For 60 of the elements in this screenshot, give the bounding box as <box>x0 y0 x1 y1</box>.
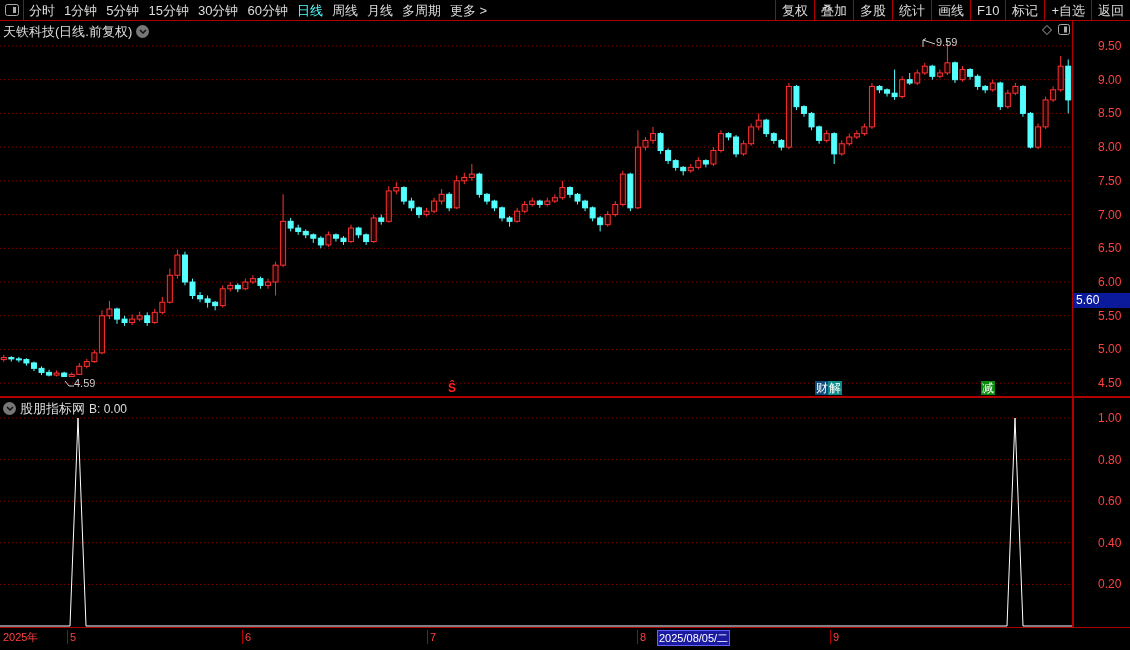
dropdown-icon[interactable] <box>3 402 16 416</box>
period-tab[interactable]: 1分钟 <box>64 3 98 17</box>
signal-marker[interactable]: Ŝ <box>447 381 457 395</box>
price-tick: 6.00 <box>1098 276 1122 288</box>
date-label: 7 <box>427 630 437 644</box>
price-tick: 5.50 <box>1098 309 1122 322</box>
panel-toggle-icon[interactable] <box>4 4 19 16</box>
period-tab[interactable]: 日线 <box>296 3 323 17</box>
period-tab[interactable]: 月线 <box>366 3 393 17</box>
toolbar-button[interactable]: 多股 <box>853 0 892 20</box>
price-tick: 8.50 <box>1098 107 1122 120</box>
indicator-tick: 0.20 <box>1098 578 1122 591</box>
period-tab[interactable]: 分时 <box>29 3 55 17</box>
period-tab[interactable]: 更多 > <box>449 3 488 17</box>
period-tab[interactable]: 周线 <box>331 3 358 17</box>
pointer-line-icon <box>64 379 74 388</box>
indicator-tick: 0.80 <box>1098 453 1122 466</box>
diamond-icon[interactable] <box>1042 24 1052 35</box>
price-tick: 7.00 <box>1098 208 1122 221</box>
indicator-value: B: 0.00 <box>89 400 128 418</box>
period-tab[interactable]: 5分钟 <box>106 3 140 17</box>
event-badge[interactable]: 减 <box>981 381 995 395</box>
period-tab[interactable]: 60分钟 <box>247 3 288 17</box>
toolbar-button[interactable]: 叠加 <box>814 0 853 20</box>
date-label: 9 <box>830 630 840 644</box>
toolbar-button[interactable]: 复权 <box>775 0 814 20</box>
chart-title: 天铁科技(日线.前复权) <box>3 23 133 41</box>
indicator-tick: 1.00 <box>1098 412 1122 424</box>
period-tab[interactable]: 15分钟 <box>148 3 189 17</box>
price-tick: 7.50 <box>1098 174 1122 187</box>
date-label: 5 <box>67 630 77 644</box>
price-tick: 8.00 <box>1098 141 1122 154</box>
cursor-date-label: 2025/08/05/二 <box>657 630 731 646</box>
toolbar-button[interactable]: 返回 <box>1091 0 1130 20</box>
toolbar-button[interactable]: 画线 <box>931 0 970 20</box>
price-tick: 5.00 <box>1098 343 1122 356</box>
date-label: 6 <box>242 630 252 644</box>
current-price-label: 5.60 <box>1073 293 1130 308</box>
event-badge[interactable]: 解 <box>828 381 842 395</box>
date-label: 8 <box>637 630 647 644</box>
indicator-tick: 0.40 <box>1098 536 1122 549</box>
price-tick: 4.50 <box>1098 377 1122 390</box>
event-badge[interactable]: 财 <box>815 381 829 395</box>
panel-toggle-icon[interactable] <box>1058 24 1070 35</box>
toolbar-button[interactable]: 标记 <box>1005 0 1045 20</box>
price-tick: 9.50 <box>1098 39 1122 52</box>
period-tab[interactable]: 多周期 <box>401 3 441 17</box>
high-price-label: 9.59 <box>936 37 958 48</box>
toolbar-button[interactable]: F10 <box>970 0 1006 20</box>
low-price-label: 4.59 <box>74 378 96 389</box>
price-tick: 9.00 <box>1098 73 1122 86</box>
indicator-name: 股朋指标网 <box>20 400 85 418</box>
indicator-tick: 0.60 <box>1098 495 1122 508</box>
price-tick: 6.50 <box>1098 242 1122 255</box>
pointer-line-icon <box>922 38 936 48</box>
date-label: 2025年 <box>3 630 39 644</box>
period-tab[interactable]: 30分钟 <box>197 3 239 17</box>
toolbar-button[interactable]: +自选 <box>1044 0 1091 20</box>
dropdown-icon[interactable] <box>136 25 150 39</box>
toolbar-button[interactable]: 统计 <box>892 0 931 20</box>
